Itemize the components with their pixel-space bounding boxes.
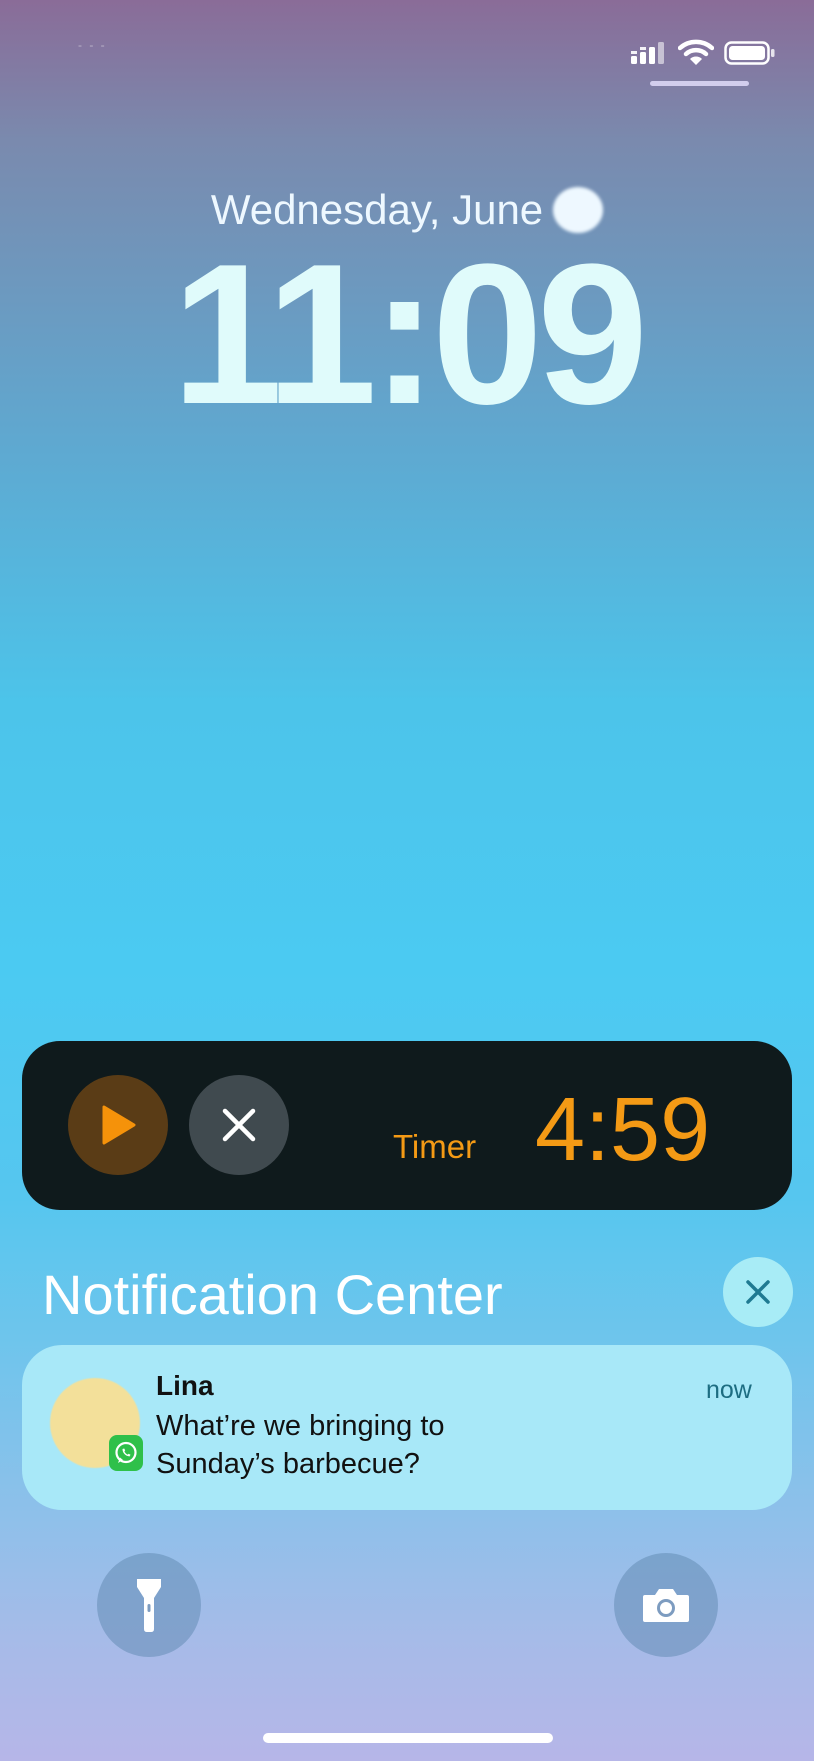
notification-message-line-2: Sunday’s barbecue?: [156, 1448, 420, 1480]
wifi-icon: [678, 39, 714, 65]
notification-message: What’re we bringing to Sunday’s barbecue…: [156, 1407, 676, 1483]
notification-sender: Lina: [156, 1370, 214, 1401]
flashlight-button[interactable]: [97, 1553, 201, 1657]
camera-icon: [643, 1589, 689, 1622]
flashlight-icon: [137, 1579, 161, 1632]
close-icon: [746, 1280, 770, 1304]
timer-remaining: 4:59: [535, 1080, 711, 1180]
notification-center-title: Notification Center: [42, 1263, 503, 1326]
notification-pull-handle[interactable]: [650, 81, 749, 86]
battery-icon: [724, 41, 775, 65]
cellular-signal-icon: [631, 42, 664, 64]
play-icon: [102, 1105, 136, 1145]
whatsapp-icon: [109, 1435, 143, 1471]
timer-label: Timer: [393, 1128, 477, 1165]
lock-screen-clock: 11:09: [171, 223, 649, 446]
notification-message-line-1: What’re we bringing to: [156, 1410, 445, 1442]
notification-time: now: [706, 1376, 752, 1404]
home-indicator[interactable]: [263, 1733, 553, 1743]
timer-cancel-button[interactable]: [189, 1075, 289, 1175]
clear-notifications-button[interactable]: [723, 1257, 793, 1327]
camera-button[interactable]: [614, 1553, 718, 1657]
timer-play-button[interactable]: [68, 1075, 168, 1175]
close-icon: [222, 1108, 256, 1142]
carrier-label: - - -: [78, 38, 107, 52]
